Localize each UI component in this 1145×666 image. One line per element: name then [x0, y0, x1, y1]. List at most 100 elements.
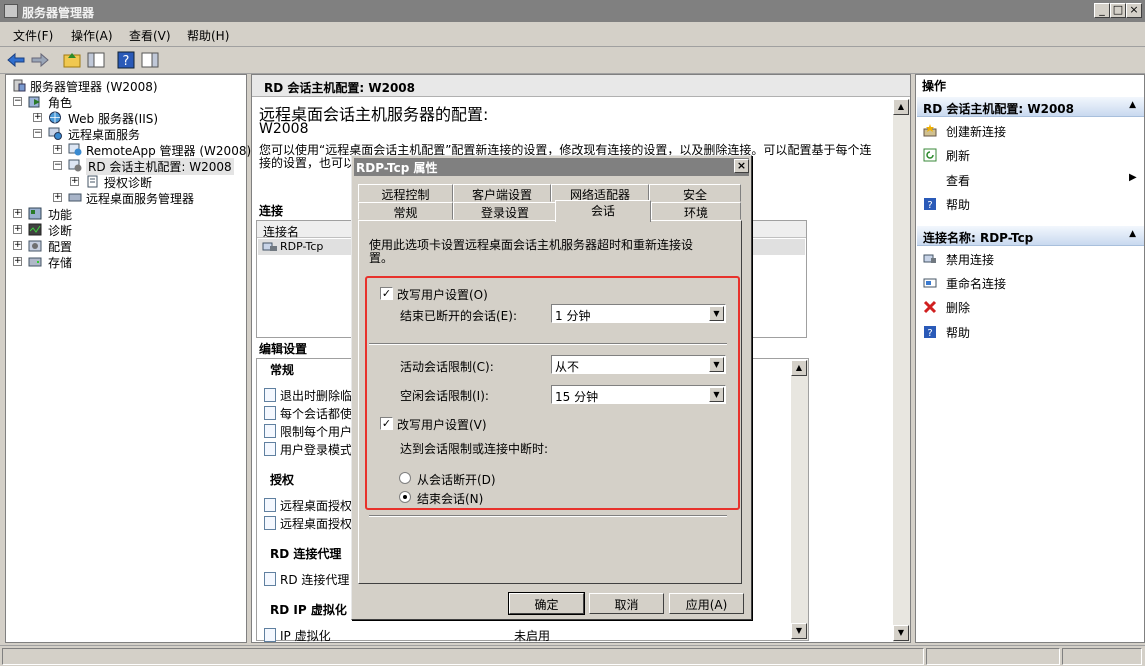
up-folder-icon[interactable]: [62, 50, 82, 70]
expand-toggle[interactable]: +: [33, 113, 42, 122]
menu-help[interactable]: 帮助(H): [187, 27, 229, 44]
apply-button[interactable]: 应用(A): [669, 593, 744, 614]
tree-item-remote-desktop-services[interactable]: 远程桌面服务: [68, 126, 140, 143]
expand-toggle[interactable]: +: [13, 241, 22, 250]
scroll-down-icon[interactable]: ▼: [893, 625, 909, 641]
tab-environment[interactable]: 环境: [651, 202, 741, 220]
expand-toggle[interactable]: +: [13, 209, 22, 218]
collapse-toggle[interactable]: −: [13, 97, 22, 106]
tab-logon-settings[interactable]: 登录设置: [453, 202, 557, 220]
back-arrow-icon[interactable]: [6, 50, 26, 70]
active-session-limit-select[interactable]: 从不 ▼: [551, 355, 726, 374]
features-icon: [28, 207, 42, 220]
action-rename-connection[interactable]: 重命名连接: [946, 275, 1006, 292]
menu-file[interactable]: 文件(F): [13, 27, 53, 44]
refresh-icon: [923, 148, 937, 162]
tree-item-roles[interactable]: 角色: [48, 94, 72, 111]
tree-item-licensing-diagnosis[interactable]: 授权诊断: [104, 174, 152, 191]
menu-action[interactable]: 操作(A): [71, 27, 113, 44]
submenu-arrow-icon: ▶: [1129, 172, 1137, 183]
tree-item-remoteapp-manager[interactable]: RemoteApp 管理器 (W2008): [86, 142, 251, 159]
collapse-up-icon[interactable]: ▲: [1129, 229, 1136, 239]
setting-item[interactable]: 用户登录模式: [280, 441, 352, 458]
tree-item-storage[interactable]: 存储: [48, 254, 72, 271]
connection-name-cell: RDP-Tcp: [280, 240, 324, 253]
setting-doc-icon: [264, 442, 276, 456]
chevron-down-icon[interactable]: ▼: [709, 387, 724, 402]
close-button[interactable]: ×: [1126, 3, 1142, 18]
scroll-up-icon[interactable]: ▲: [893, 99, 909, 115]
setting-doc-icon: [264, 424, 276, 438]
action-delete[interactable]: 删除: [946, 299, 970, 316]
expand-toggle[interactable]: +: [13, 225, 22, 234]
setting-value: 未启用: [514, 629, 551, 643]
console-tree: 服务器管理器 (W2008) − 角色 + Web 服务器(IIS) − 远程桌…: [5, 74, 251, 643]
idle-session-limit-select[interactable]: 15 分钟 ▼: [551, 385, 726, 404]
tree-item-features[interactable]: 功能: [48, 206, 72, 223]
help-icon[interactable]: ?: [116, 50, 136, 70]
settings-scrollbar[interactable]: ▲ ▼: [791, 360, 808, 640]
chevron-down-icon[interactable]: ▼: [709, 306, 724, 321]
tab-sessions[interactable]: 会话: [555, 200, 651, 222]
scroll-up-icon[interactable]: ▲: [791, 360, 807, 376]
end-disconnected-select[interactable]: 1 分钟 ▼: [551, 304, 726, 323]
tab-remote-control[interactable]: 远程控制: [358, 184, 453, 202]
expand-toggle[interactable]: +: [53, 193, 62, 202]
menu-view[interactable]: 查看(V): [129, 27, 171, 44]
details-scrollbar[interactable]: ▲ ▼: [893, 99, 910, 642]
action-refresh[interactable]: 刷新: [946, 147, 970, 164]
tree-item-configuration[interactable]: 配置: [48, 238, 72, 255]
dialog-title-bar[interactable]: RDP-Tcp 属性 ×: [354, 158, 749, 176]
licensing-diagnosis-icon: [87, 175, 98, 188]
action-view[interactable]: 查看: [946, 172, 970, 189]
scroll-down-icon[interactable]: ▼: [791, 623, 807, 639]
show-hide-tree-icon[interactable]: [86, 50, 106, 70]
action-help-connection[interactable]: 帮助: [946, 324, 970, 341]
minimize-button[interactable]: _: [1094, 3, 1110, 18]
actions-section-title: 连接名称: RDP-Tcp: [923, 231, 1034, 245]
setting-item[interactable]: 退出时删除临: [280, 387, 352, 404]
expand-toggle[interactable]: +: [70, 177, 79, 186]
tree-root[interactable]: 服务器管理器 (W2008): [30, 78, 158, 95]
setting-item[interactable]: 每个会话都使: [280, 405, 352, 422]
disconnect-radio[interactable]: [399, 472, 411, 484]
actions-section-header[interactable]: 连接名称: RDP-Tcp ▲: [917, 226, 1144, 246]
collapse-toggle[interactable]: −: [33, 129, 42, 138]
collapse-toggle[interactable]: −: [53, 161, 62, 170]
chevron-down-icon[interactable]: ▼: [709, 357, 724, 372]
actions-section-header[interactable]: RD 会话主机配置: W2008 ▲: [917, 97, 1144, 117]
action-disable-connection[interactable]: 禁用连接: [946, 251, 994, 268]
dialog-close-button[interactable]: ×: [734, 159, 749, 173]
tree-item-diagnostics[interactable]: 诊断: [48, 222, 72, 239]
action-help[interactable]: 帮助: [946, 196, 970, 213]
tab-client-settings[interactable]: 客户端设置: [453, 184, 551, 202]
menu-bar: 文件(F) 操作(A) 查看(V) 帮助(H): [0, 22, 1145, 47]
setting-item[interactable]: 远程桌面授权: [280, 497, 352, 514]
setting-item[interactable]: IP 虚拟化: [280, 627, 331, 644]
server-name: W2008: [259, 121, 309, 137]
details-header: RD 会话主机配置: W2008: [252, 75, 910, 97]
override-user-settings-checkbox-1[interactable]: ✓: [380, 287, 393, 300]
setting-item[interactable]: 限制每个用户: [280, 423, 352, 440]
cancel-button[interactable]: 取消: [589, 593, 664, 614]
tree-item-web-server[interactable]: Web 服务器(IIS): [68, 110, 158, 127]
group-licensing: 授权: [270, 473, 295, 487]
tree-item-rd-session-host-config[interactable]: RD 会话主机配置: W2008: [86, 158, 234, 175]
maximize-button[interactable]: □: [1110, 3, 1126, 18]
show-action-pane-icon[interactable]: [140, 50, 160, 70]
collapse-up-icon[interactable]: ▲: [1129, 100, 1136, 110]
expand-toggle[interactable]: +: [13, 257, 22, 266]
setting-item[interactable]: 远程桌面授权: [280, 515, 352, 532]
setting-item[interactable]: RD 连接代理: [280, 571, 349, 588]
intro-text-line2: 接的设置，也可以: [259, 156, 356, 170]
expand-toggle[interactable]: +: [53, 145, 62, 154]
column-connection-name[interactable]: 连接名: [263, 223, 299, 240]
ok-button[interactable]: 确定: [509, 593, 584, 614]
tab-security[interactable]: 安全: [649, 184, 741, 202]
end-session-radio[interactable]: [399, 491, 411, 503]
tree-item-rds-manager[interactable]: 远程桌面服务管理器: [86, 190, 194, 207]
forward-arrow-icon[interactable]: [30, 50, 50, 70]
action-create-connection[interactable]: 创建新连接: [946, 123, 1006, 140]
override-user-settings-checkbox-2[interactable]: ✓: [380, 417, 393, 430]
tab-general[interactable]: 常规: [358, 202, 453, 220]
